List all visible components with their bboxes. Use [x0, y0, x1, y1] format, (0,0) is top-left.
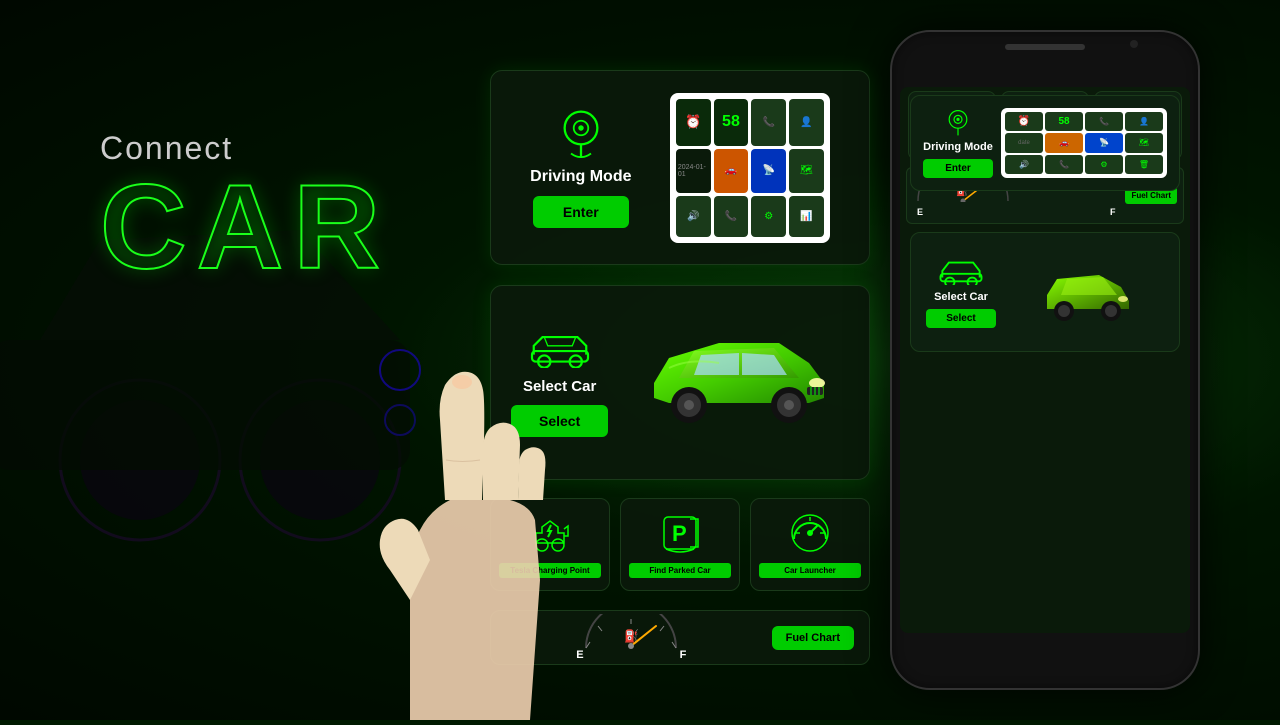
phone-f-label: F [1110, 207, 1116, 217]
car-icon-cell: 🚗 [714, 149, 749, 193]
phone-icon-cell: 📞 [751, 99, 786, 147]
phone-select-car-label: Select Car [934, 291, 988, 303]
driving-mode-enter-button[interactable]: Enter [533, 196, 629, 228]
car-label: CAR [100, 167, 390, 287]
sound-cell: 🔊 [676, 196, 711, 237]
green-car-image [639, 323, 839, 443]
phone-screen: Driving Mode Enter ⏰ 58 📞 👤 date 🚗 📡 🗺 🔊… [900, 87, 1190, 633]
phone-ef-labels: E F [913, 207, 1119, 217]
driving-mode-phone-ui: ⏰ 58 📞 👤 2024-01-01 🚗 📡 🗺 🔊 📞 ⚙ 📊 [670, 93, 830, 243]
mini-vol: 🔊 [1005, 155, 1043, 174]
phone-e-label: E [917, 207, 923, 217]
mini-time: 58 [1045, 112, 1083, 131]
car-launcher-icon [788, 511, 832, 555]
phone-driving-mode-label: Driving Mode [923, 141, 993, 153]
mini-clock: ⏰ [1005, 112, 1043, 131]
date-cell: 2024-01-01 [676, 149, 711, 193]
mini-nav: 🗺 [1125, 133, 1163, 152]
mini-bt: 📡 [1085, 133, 1123, 152]
phone-car-outline [936, 257, 986, 285]
time-cell: 58 [714, 99, 749, 147]
stats-cell: 📊 [789, 196, 824, 237]
hand-pointing-overlay [350, 300, 650, 720]
parked-car-icon: P [658, 511, 702, 555]
phone-driving-mode-card: Driving Mode Enter ⏰ 58 📞 👤 date 🚗 📡 🗺 🔊… [910, 95, 1180, 191]
mini-car: 🚗 [1045, 133, 1083, 152]
apps-cell: ⚙ [751, 196, 786, 237]
phone-select-car-card: Select Car Select [910, 232, 1180, 352]
mini-trash: 🗑 [1125, 155, 1163, 174]
svg-text:P: P [672, 521, 687, 546]
phone-mini-grid: ⏰ 58 📞 👤 date 🚗 📡 🗺 🔊 📞 ⚙ 🗑 [1001, 108, 1167, 178]
mini-date: date [1005, 133, 1043, 152]
phone-device: Driving Mode Enter ⏰ 58 📞 👤 date 🚗 📡 🗺 🔊… [890, 30, 1200, 690]
phone-select-button[interactable]: Select [926, 309, 996, 328]
phone-car-image [1009, 257, 1169, 327]
driving-mode-left: Driving Mode Enter [530, 108, 631, 228]
driving-mode-panel: Driving Mode Enter ⏰ 58 📞 👤 2024-01-01 🚗… [490, 70, 870, 265]
nav-cell: 🗺 [789, 149, 824, 193]
phone-enter-button[interactable]: Enter [923, 159, 993, 178]
car-launcher-card[interactable]: Car Launcher [750, 498, 870, 591]
contact-icon-cell: 👤 [789, 99, 824, 147]
mini-phone-icon: 📞 [1085, 112, 1123, 131]
mini-grid-icon: ⚙ [1085, 155, 1123, 174]
phone-location-area: Driving Mode Enter [923, 109, 993, 178]
f-label: F [680, 649, 687, 661]
fuel-chart-button[interactable]: Fuel Chart [772, 626, 854, 650]
branding-area: Connect CAR [100, 130, 390, 287]
driving-mode-title: Driving Mode [530, 168, 631, 186]
hand-svg [350, 300, 650, 720]
bluetooth-cell: 📡 [751, 149, 786, 193]
call-cell: 📞 [714, 196, 749, 237]
mini-contact: 👤 [1125, 112, 1163, 131]
phone-speaker [1005, 44, 1085, 50]
phone-green-car [1039, 257, 1139, 327]
select-car-image-area [628, 323, 849, 443]
phone-location-pin [944, 109, 972, 137]
location-pin-icon [556, 108, 606, 158]
mini-call: 📞 [1045, 155, 1083, 174]
phone-select-car-left: Select Car Select [921, 257, 1001, 328]
car-launcher-label: Car Launcher [759, 563, 861, 578]
phone-camera [1130, 40, 1138, 48]
clock-cell: ⏰ [676, 99, 711, 147]
